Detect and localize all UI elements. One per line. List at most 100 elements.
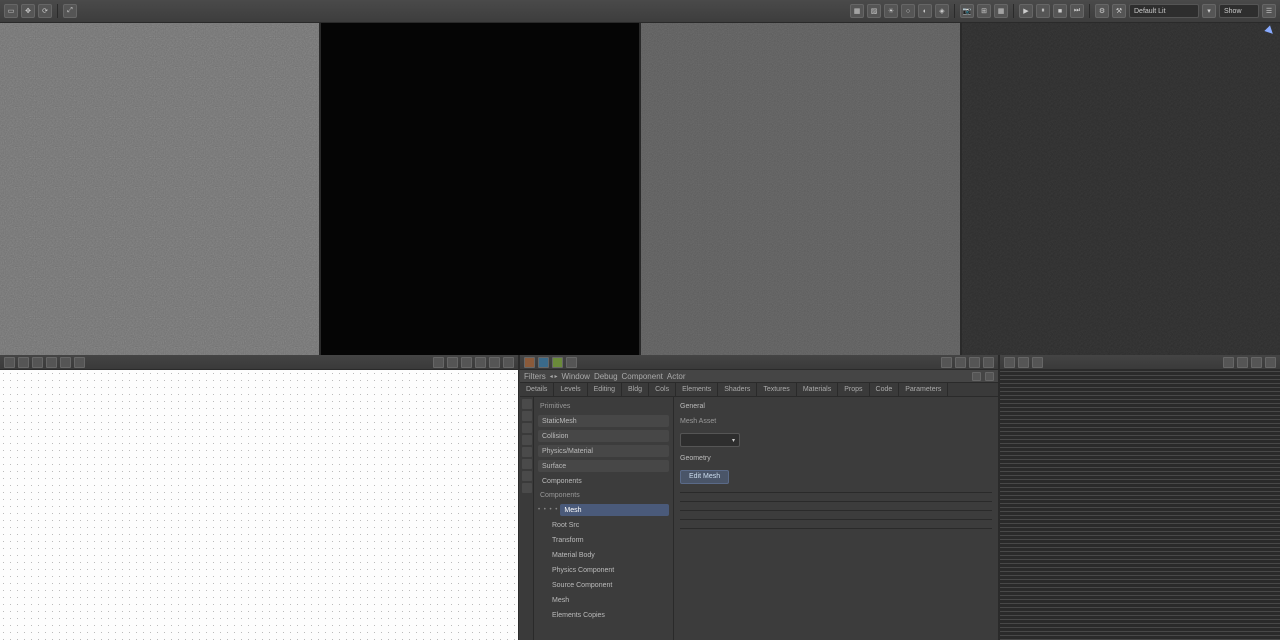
tree-item-material[interactable]: Material Body [548, 549, 669, 561]
menu-icon[interactable]: ☰ [1262, 4, 1276, 18]
move-tool-icon[interactable]: ✥ [21, 4, 35, 18]
undo-icon[interactable] [433, 357, 444, 368]
select-tool-icon[interactable]: ▭ [4, 4, 18, 18]
menu-component[interactable]: Component [622, 372, 663, 381]
asset-icon[interactable] [552, 357, 563, 368]
tree-item-physics2[interactable]: Physics Component [548, 564, 669, 576]
tab-shaders[interactable]: Shaders [718, 383, 757, 396]
settings-icon[interactable] [503, 357, 514, 368]
strip-h-icon[interactable] [522, 483, 532, 493]
strip-a-icon[interactable] [522, 399, 532, 409]
rect-tool-icon[interactable] [18, 357, 29, 368]
menu-debug[interactable]: Debug [594, 372, 618, 381]
arc-tool-icon[interactable] [46, 357, 57, 368]
strip-c-icon[interactable] [522, 423, 532, 433]
measure-tool-icon[interactable] [74, 357, 85, 368]
strip-f-icon[interactable] [522, 459, 532, 469]
timeline-canvas[interactable] [1000, 370, 1280, 640]
tree-item-transform[interactable]: Transform [548, 534, 669, 546]
scale-tool-icon[interactable]: ⤢ [63, 4, 77, 18]
grid-toggle-icon[interactable] [461, 357, 472, 368]
line-tool-icon[interactable] [32, 357, 43, 368]
strip-g-icon[interactable] [522, 471, 532, 481]
show-field[interactable]: Show [1219, 4, 1259, 18]
tree-item-staticmesh[interactable]: StaticMesh [538, 415, 669, 427]
tab-elements[interactable]: Elements [676, 383, 718, 396]
redo-icon[interactable] [447, 357, 458, 368]
tab-textures[interactable]: Textures [757, 383, 796, 396]
tab-params[interactable]: Parameters [899, 383, 948, 396]
expand-icon[interactable]: ▾ [1202, 4, 1216, 18]
filters-label[interactable]: Filters [524, 372, 546, 381]
tree-item-root[interactable]: Root Src [548, 519, 669, 531]
tab-bldg[interactable]: Bldg [622, 383, 649, 396]
tree-item-selected[interactable]: Mesh [560, 504, 669, 516]
menu-actor[interactable]: Actor [667, 372, 686, 381]
tab-materials[interactable]: Materials [797, 383, 838, 396]
tree-item-collision[interactable]: Collision [538, 430, 669, 442]
grid-icon[interactable]: ▦ [994, 4, 1008, 18]
unlit-icon[interactable]: ○ [901, 4, 915, 18]
tab-cols[interactable]: Cols [649, 383, 676, 396]
menu-window[interactable]: Window [561, 372, 589, 381]
snap-toggle-icon[interactable] [475, 357, 486, 368]
viewport-4[interactable] [962, 23, 1280, 355]
tree-item-physmat[interactable]: Components [538, 475, 669, 487]
text-tool-icon[interactable] [60, 357, 71, 368]
tab-props[interactable]: Props [838, 383, 869, 396]
viewport-3[interactable] [641, 23, 962, 355]
tree-item-surface[interactable]: Surface [538, 460, 669, 472]
tab-editing[interactable]: Editing [588, 383, 622, 396]
viewmode-field[interactable]: Default Lit [1129, 4, 1199, 18]
edit-mesh-button[interactable]: Edit Mesh [680, 470, 729, 484]
perspective-icon[interactable]: ▦ [850, 4, 864, 18]
strip-e-icon[interactable] [522, 447, 532, 457]
tree-view-icon[interactable] [1018, 357, 1029, 368]
expand-all-icon[interactable] [1237, 357, 1248, 368]
tree-item-elements[interactable]: Elements Copies [548, 609, 669, 621]
rotate-tool-icon[interactable]: ⟳ [38, 4, 52, 18]
min-icon[interactable] [972, 372, 981, 381]
maximize-icon[interactable] [941, 357, 952, 368]
mesh-asset-field[interactable]: ▾ [680, 433, 740, 447]
pause-icon[interactable]: ⏸ [1036, 4, 1050, 18]
close-icon[interactable] [985, 372, 994, 381]
tree-item-mesh[interactable]: Mesh [548, 594, 669, 606]
sketch-canvas[interactable] [0, 370, 518, 640]
add-icon[interactable] [566, 357, 577, 368]
build-icon[interactable]: ⚒ [1112, 4, 1126, 18]
reflections-icon[interactable]: ◈ [935, 4, 949, 18]
wireframe-icon[interactable]: ▨ [867, 4, 881, 18]
close-icon[interactable] [969, 357, 980, 368]
search-icon[interactable] [1223, 357, 1234, 368]
tree-item-source[interactable]: Source Component [548, 579, 669, 591]
lit-icon[interactable]: ☀ [884, 4, 898, 18]
component-icon[interactable] [538, 357, 549, 368]
strip-d-icon[interactable] [522, 435, 532, 445]
tab-code[interactable]: Code [870, 383, 900, 396]
step-icon[interactable]: ⏭ [1070, 4, 1084, 18]
strip-b-icon[interactable] [522, 411, 532, 421]
viewport-1[interactable] [0, 23, 321, 355]
tab-levels[interactable]: Levels [554, 383, 587, 396]
dock-icon[interactable] [955, 357, 966, 368]
tree-item-physics[interactable]: Physics/Material [538, 445, 669, 457]
shadow-icon[interactable]: ◐ [918, 4, 932, 18]
actor-icon[interactable] [524, 357, 535, 368]
camera-icon[interactable]: 📷 [960, 4, 974, 18]
stop-icon[interactable]: ■ [1053, 4, 1067, 18]
snap-icon[interactable]: ⊞ [977, 4, 991, 18]
settings-icon[interactable]: ⚙ [1095, 4, 1109, 18]
divider [954, 4, 955, 18]
circle-tool-icon[interactable] [4, 357, 15, 368]
menu-icon[interactable] [983, 357, 994, 368]
viewport-2[interactable] [321, 23, 642, 355]
menu-icon[interactable] [1265, 357, 1276, 368]
play-icon[interactable]: ▶ [1019, 4, 1033, 18]
list-icon[interactable] [1004, 357, 1015, 368]
zoom-fit-icon[interactable] [489, 357, 500, 368]
tab-details[interactable]: Details [520, 383, 554, 396]
collapse-all-icon[interactable] [1251, 357, 1262, 368]
section-general: General [680, 403, 992, 410]
filter-icon[interactable] [1032, 357, 1043, 368]
